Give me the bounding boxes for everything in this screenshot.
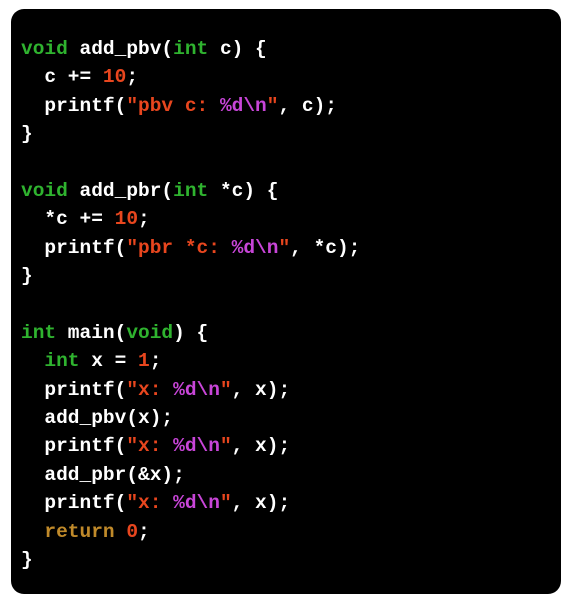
code-line: printf("pbr *c: %d\n", *c);	[21, 234, 561, 262]
keyword-token: void	[21, 38, 68, 60]
string-token: "x:	[126, 378, 174, 401]
code-line: c += 10;	[21, 63, 561, 91]
number-token: 1	[138, 350, 150, 373]
code-line: add_pbv(x);	[21, 404, 561, 432]
code-text-token: printf(	[21, 378, 127, 401]
code-text-token: , c);	[278, 94, 337, 117]
code-text-token: printf(	[21, 94, 127, 117]
code-line: int main(void) {	[21, 319, 561, 347]
code-line: void add_pbr(int *c) {	[21, 177, 561, 205]
code-text-token: main(	[56, 321, 127, 344]
code-text-token: printf(	[21, 492, 127, 515]
string-token: "pbr *c:	[126, 236, 232, 259]
format-specifier-token: %d\n	[219, 94, 267, 117]
number-token: 10	[102, 66, 127, 89]
keyword-token: int	[21, 321, 57, 344]
code-text-token: c +=	[21, 66, 103, 89]
code-text-token: , x);	[231, 378, 291, 401]
control-keyword-token: return	[44, 520, 115, 543]
code-text-token: }	[21, 549, 33, 572]
code-text-token: ;	[126, 66, 139, 89]
code-text-token: x =	[79, 350, 139, 373]
string-token: "	[219, 378, 232, 401]
string-token: "x:	[126, 435, 174, 458]
keyword-token: int	[173, 179, 209, 202]
code-text-token: ;	[138, 208, 150, 231]
format-specifier-token: %d\n	[173, 378, 220, 401]
code-line: return 0;	[21, 518, 561, 546]
keyword-token: int	[44, 350, 80, 373]
string-token: "	[219, 435, 232, 458]
code-text-token: c) {	[208, 38, 267, 60]
code-line: *c += 10;	[21, 205, 561, 233]
code-text-token: , x);	[231, 435, 291, 458]
code-line: printf("pbv c: %d\n", c);	[21, 92, 561, 120]
code-text-token: }	[21, 265, 33, 288]
code-text-token: ) {	[173, 321, 209, 344]
string-token: "pbv c:	[126, 94, 220, 117]
code-text-token: add_pbv(	[67, 38, 174, 60]
code-text-token: *c +=	[21, 208, 115, 231]
string-token: "x:	[126, 492, 174, 515]
string-token: "	[219, 492, 232, 515]
format-specifier-token: %d\n	[173, 435, 220, 458]
number-token: 10	[114, 208, 139, 231]
code-text-token: }	[21, 123, 33, 146]
string-token: "	[266, 94, 279, 117]
code-text-token: add_pbr(&x);	[21, 463, 185, 486]
code-text-token: printf(	[21, 236, 127, 259]
code-line: add_pbr(&x);	[21, 461, 561, 489]
format-specifier-token: %d\n	[173, 492, 220, 515]
code-line: }	[21, 120, 561, 148]
code-text-token: add_pbv(x);	[21, 407, 174, 430]
code-line: printf("x: %d\n", x);	[21, 489, 561, 517]
code-text-token: *c) {	[208, 179, 279, 202]
code-line: int x = 1;	[21, 347, 561, 375]
code-line: }	[21, 546, 561, 574]
number-token: 0	[126, 520, 139, 543]
code-text-token: ;	[149, 350, 162, 373]
code-block: void add_pbv(int c) { c += 10; printf("p…	[21, 35, 561, 574]
code-text-token: , *c);	[290, 236, 361, 259]
code-line: }	[21, 262, 561, 290]
format-specifier-token: %d\n	[231, 236, 279, 259]
code-text-token: add_pbr(	[67, 179, 174, 202]
code-line: printf("x: %d\n", x);	[21, 432, 561, 460]
keyword-token: int	[173, 38, 209, 60]
code-text-token: printf(	[21, 435, 127, 458]
code-line: printf("x: %d\n", x);	[21, 376, 561, 404]
code-text-token: ;	[138, 520, 150, 543]
code-text-token: , x);	[231, 492, 291, 515]
keyword-token: void	[21, 179, 68, 202]
keyword-token: void	[126, 321, 174, 344]
string-token: "	[278, 236, 291, 259]
code-panel: void add_pbv(int c) { c += 10; printf("p…	[11, 9, 561, 594]
code-line: void add_pbv(int c) {	[21, 35, 561, 63]
